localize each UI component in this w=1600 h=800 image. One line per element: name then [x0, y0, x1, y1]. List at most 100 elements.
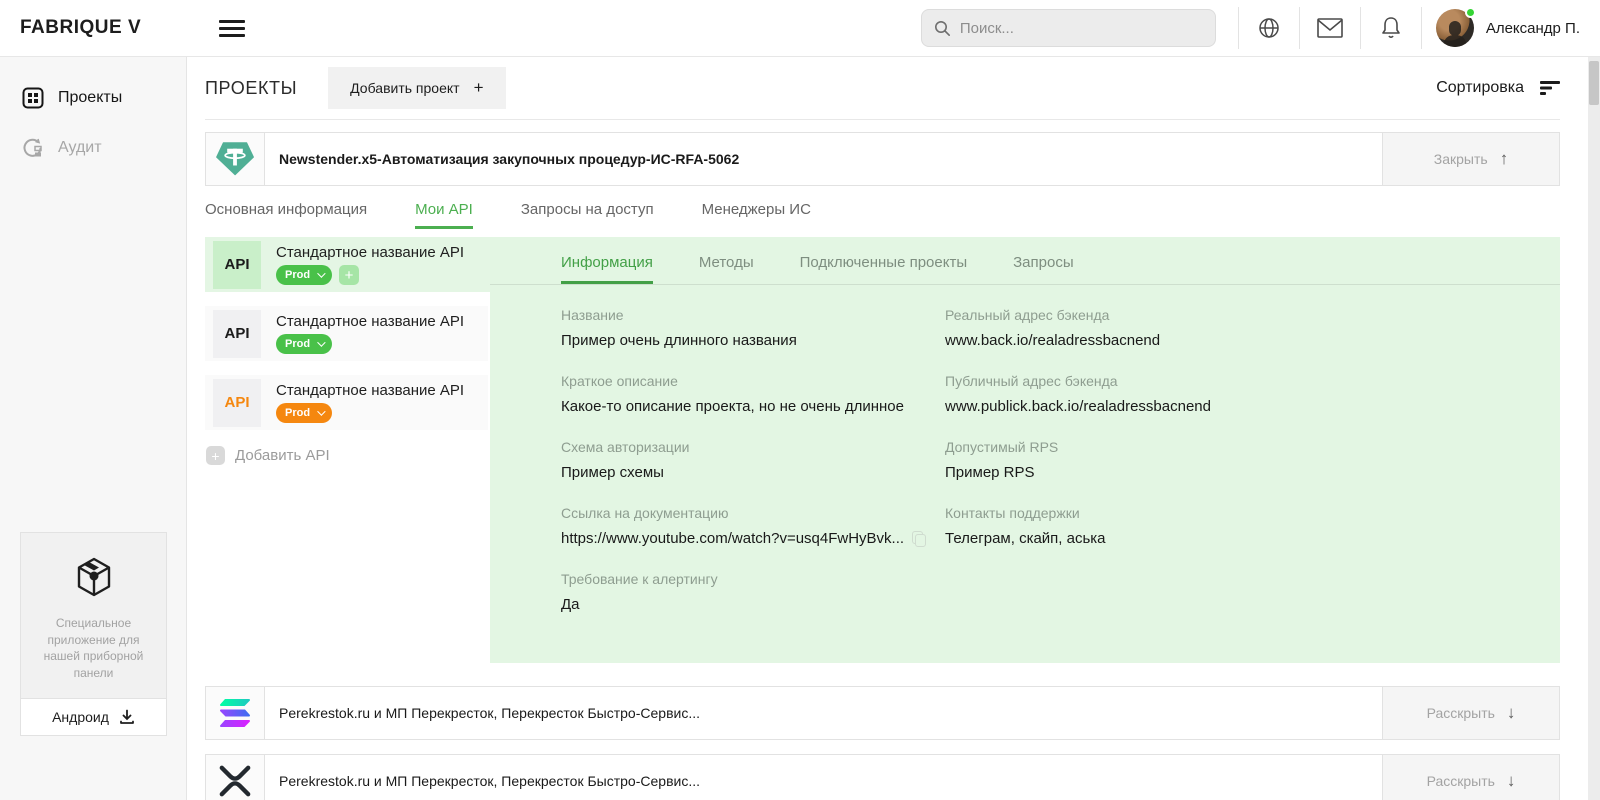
env-dropdown[interactable]: Prod: [276, 334, 332, 354]
page-title: ПРОЕКТЫ: [205, 78, 297, 99]
env-dropdown[interactable]: Prod: [276, 265, 332, 285]
download-icon: [119, 709, 135, 725]
app-promo-card: Специальное приложение для нашей приборн…: [20, 532, 167, 736]
api-list: API Стандартное название API Prod +: [205, 237, 490, 465]
user-avatar[interactable]: [1436, 9, 1474, 47]
field-docs-link: Ссылка на документацию https://www.youtu…: [561, 505, 945, 547]
tether-icon: [216, 142, 254, 176]
field-allowed-rps: Допустимый RPS Пример RPS: [945, 439, 1211, 481]
project-card-collapsed[interactable]: Perekrestok.ru и МП Перекресток, Перекре…: [205, 754, 1560, 800]
field-real-backend-address: Реальный адрес бэкенда www.back.io/reala…: [945, 307, 1211, 349]
field-value: www.publick.back.io/realadressbacnend: [945, 398, 1211, 415]
field-alerting-requirement: Требование к алертингу Да: [561, 571, 945, 613]
chevron-down-icon: [317, 407, 325, 415]
field-value[interactable]: https://www.youtube.com/watch?v=usq4FwHy…: [561, 530, 904, 547]
sidebar-item-audit[interactable]: Аудит: [0, 123, 186, 173]
sidebar-item-projects[interactable]: Проекты: [0, 73, 186, 123]
project-icon-cell: [206, 755, 265, 800]
add-project-button[interactable]: Добавить проект +: [328, 67, 505, 109]
expand-label: Расскрыть: [1427, 705, 1495, 721]
project-title: Newstender.x5-Автоматизация закупочных п…: [265, 133, 1382, 185]
field-label: Ссылка на документацию: [561, 505, 945, 521]
env-label: Prod: [285, 407, 310, 419]
scrollbar-thumb[interactable]: [1589, 61, 1599, 105]
tab-connected-projects[interactable]: Подключенные проекты: [800, 254, 968, 284]
project-card-collapsed[interactable]: Perekrestok.ru и МП Перекресток, Перекре…: [205, 686, 1560, 740]
divider: [205, 119, 1560, 120]
tab-my-api[interactable]: Мои API: [415, 201, 473, 229]
project-icon-cell: [206, 687, 265, 739]
android-download-button[interactable]: Андроид: [21, 698, 166, 735]
env-label: Prod: [285, 338, 310, 350]
chevron-down-icon: [317, 338, 325, 346]
divider: [1421, 7, 1422, 49]
plus-icon: +: [206, 446, 225, 465]
tab-information[interactable]: Информация: [561, 254, 653, 284]
field-label: Требование к алертингу: [561, 571, 945, 587]
field-value: Какое-то описание проекта, но не очень д…: [561, 398, 945, 415]
download-label: Андроид: [52, 709, 109, 725]
api-detail-panel: Информация Методы Подключенные проекты З…: [490, 237, 1560, 663]
api-name: Стандартное название API: [276, 382, 464, 399]
hamburger-menu-icon[interactable]: [219, 16, 245, 41]
sidebar-item-label: Аудит: [58, 139, 102, 157]
env-dropdown[interactable]: Prod: [276, 403, 332, 423]
search-input[interactable]: [960, 20, 1203, 37]
field-value: Телеграм, скайп, аська: [945, 530, 1211, 547]
filter-sort-icon: [1540, 81, 1560, 95]
field-label: Публичный адрес бэкенда: [945, 373, 1211, 389]
add-api-label: Добавить API: [235, 447, 330, 464]
search-box[interactable]: [921, 9, 1216, 47]
api-name: Стандартное название API: [276, 313, 464, 330]
arrow-down-icon: ↓: [1507, 771, 1516, 791]
tab-is-managers[interactable]: Менеджеры ИС: [702, 201, 811, 229]
field-value: Да: [561, 596, 945, 613]
collapse-project-button[interactable]: Закрыть ↑: [1382, 133, 1559, 185]
field-label: Схема авторизации: [561, 439, 945, 455]
chevron-down-icon: [317, 269, 325, 277]
cube-app-icon: [31, 555, 156, 599]
search-icon: [934, 20, 951, 37]
tab-requests[interactable]: Запросы: [1013, 254, 1074, 284]
globe-icon[interactable]: [1239, 16, 1299, 40]
tab-access-requests[interactable]: Запросы на доступ: [521, 201, 654, 229]
plus-icon: +: [474, 83, 484, 93]
scrollbar-track[interactable]: [1588, 57, 1600, 800]
api-name: Стандартное название API: [276, 244, 464, 261]
add-env-button[interactable]: +: [339, 265, 359, 285]
arrow-up-icon: ↑: [1500, 149, 1509, 169]
mail-icon[interactable]: [1300, 18, 1360, 38]
api-detail-tabs: Информация Методы Подключенные проекты З…: [490, 237, 1560, 285]
tab-main-info[interactable]: Основная информация: [205, 201, 367, 229]
audit-history-icon: [22, 137, 44, 159]
expand-project-button[interactable]: Расскрыть ↓: [1382, 687, 1559, 739]
api-list-item[interactable]: API Стандартное название API Prod +: [205, 237, 490, 292]
arrow-down-icon: ↓: [1507, 703, 1516, 723]
add-api-button[interactable]: + Добавить API: [205, 446, 490, 465]
api-list-item[interactable]: API Стандартное название API Prod: [205, 375, 488, 430]
tab-methods[interactable]: Методы: [699, 254, 754, 284]
bell-icon[interactable]: [1361, 16, 1421, 40]
app-logo: FABRIQUE V: [20, 17, 141, 39]
env-label: Prod: [285, 269, 310, 281]
expand-project-button[interactable]: Расскрыть ↓: [1382, 755, 1559, 800]
field-value: Пример схемы: [561, 464, 945, 481]
project-title: Perekrestok.ru и МП Перекресток, Перекре…: [265, 687, 1382, 739]
api-badge: API: [213, 241, 261, 289]
collapse-label: Закрыть: [1434, 151, 1488, 167]
top-header: FABRIQUE V Александр П.: [0, 0, 1600, 57]
api-list-item[interactable]: API Стандартное название API Prod: [205, 306, 488, 361]
copy-icon[interactable]: [912, 531, 925, 547]
user-name[interactable]: Александр П.: [1486, 20, 1580, 37]
sort-control[interactable]: Сортировка: [1436, 79, 1560, 97]
api-badge: API: [213, 310, 261, 358]
field-value: www.back.io/realadressbacnend: [945, 332, 1211, 349]
add-project-label: Добавить проект: [350, 80, 459, 96]
project-card-expanded[interactable]: Newstender.x5-Автоматизация закупочных п…: [205, 132, 1560, 186]
api-badge: API: [213, 379, 261, 427]
projects-grid-icon: [22, 87, 44, 109]
field-auth-scheme: Схема авторизации Пример схемы: [561, 439, 945, 481]
field-label: Название: [561, 307, 945, 323]
promo-text: Специальное приложение для нашей приборн…: [31, 615, 156, 682]
xrp-icon: [218, 765, 252, 797]
